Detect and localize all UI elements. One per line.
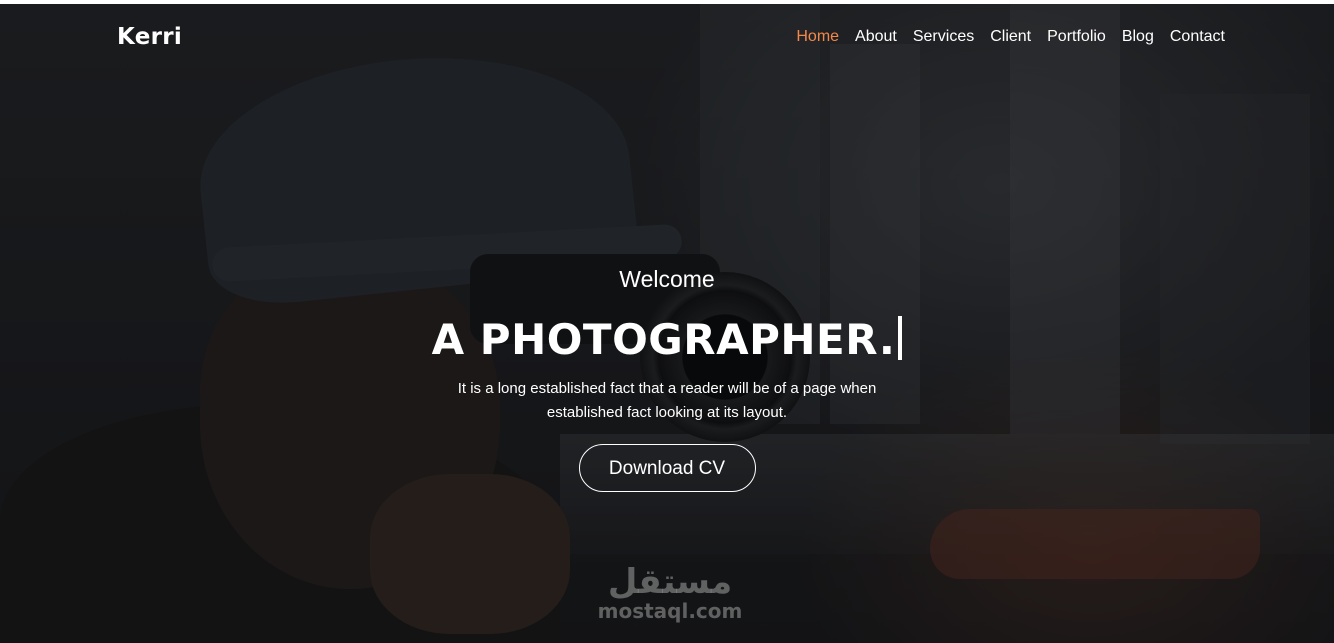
nav-item-blog[interactable]: Blog bbox=[1122, 28, 1154, 46]
watermark-arabic: مستقل bbox=[607, 562, 733, 602]
nav-item-client[interactable]: Client bbox=[990, 28, 1031, 46]
site-logo[interactable]: Kerri bbox=[117, 24, 182, 50]
download-cv-button[interactable]: Download CV bbox=[578, 444, 756, 492]
hero-section: Kerri Home About Services Client Portfol… bbox=[0, 4, 1334, 643]
nav-item-portfolio[interactable]: Portfolio bbox=[1047, 28, 1106, 46]
hero-content: Welcome A PHOTOGRAPHER. It is a long est… bbox=[0, 266, 1334, 492]
nav-item-contact[interactable]: Contact bbox=[1170, 28, 1225, 46]
hero-headline-text: A PHOTOGRAPHER. bbox=[431, 315, 896, 364]
nav-item-services[interactable]: Services bbox=[913, 28, 974, 46]
typing-cursor bbox=[898, 316, 903, 360]
nav-item-about[interactable]: About bbox=[855, 28, 897, 46]
hero-welcome: Welcome bbox=[619, 266, 715, 292]
main-nav: Home About Services Client Portfolio Blo… bbox=[796, 28, 1225, 46]
nav-item-home[interactable]: Home bbox=[796, 28, 839, 46]
watermark-latin: mostaql.com bbox=[597, 599, 743, 623]
mostaql-watermark: مستقل mostaql.com bbox=[580, 564, 760, 622]
hero-headline: A PHOTOGRAPHER. bbox=[0, 315, 1334, 365]
hero-description: It is a long established fact that a rea… bbox=[457, 380, 877, 421]
